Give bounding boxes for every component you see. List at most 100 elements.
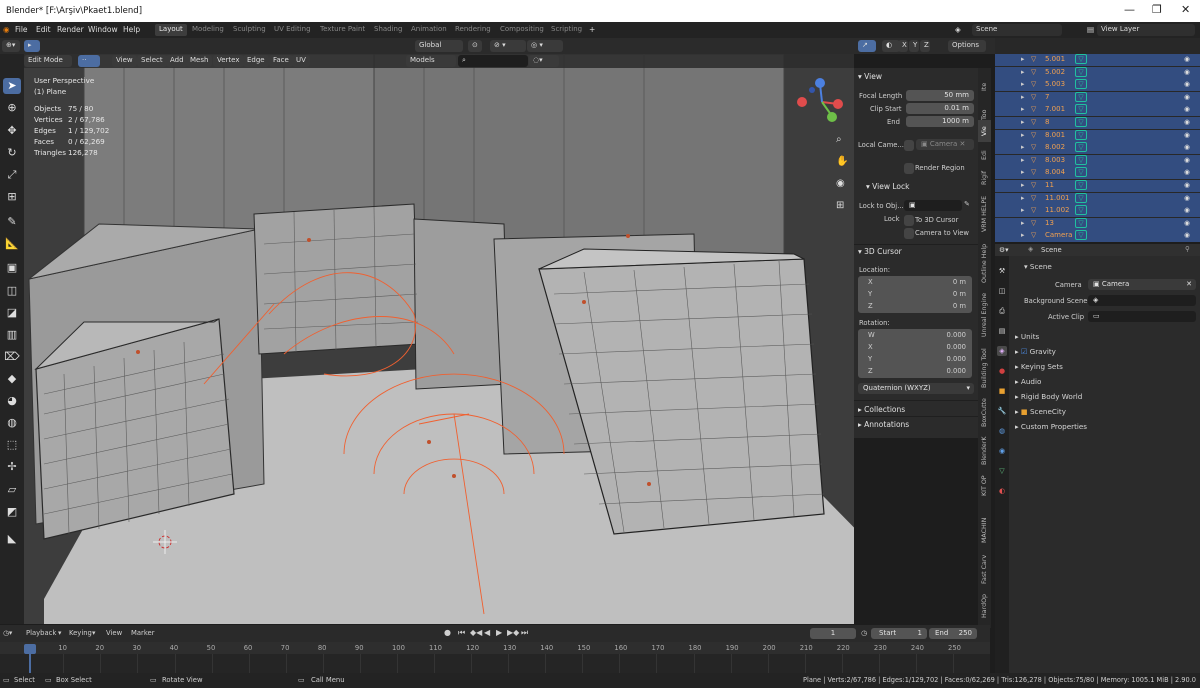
visibility-eye-icon[interactable]: ◉ (1184, 168, 1190, 176)
menu-mesh[interactable]: Mesh (186, 55, 213, 67)
tab-shading[interactable]: Shading (370, 24, 406, 36)
loc-z-value[interactable]: 0 m (953, 302, 966, 310)
knife-tool-icon[interactable]: ⌦ (3, 349, 21, 365)
audio-section[interactable]: ▸ Audio (1015, 377, 1041, 386)
current-frame-field[interactable]: 1 (810, 628, 856, 639)
view-layer-field[interactable]: View Layer (1097, 24, 1195, 36)
mesh-data-icon[interactable]: ▽ (1075, 104, 1087, 115)
measure-tool-icon[interactable]: 📐 (3, 236, 21, 252)
tab-vrm-helper[interactable]: VRM HELPE (978, 192, 991, 236)
camera-to-view-checkbox[interactable] (904, 228, 914, 239)
editor-type-icon[interactable]: ⊕▾ (2, 40, 20, 52)
menu-edit[interactable]: Edit (36, 25, 51, 34)
annotate-tool-icon[interactable]: ✎ (3, 214, 21, 230)
tab-boxcutter[interactable]: BoxCutte (978, 396, 991, 430)
rotation-mode-dropdown[interactable]: Quaternion (WXYZ) ▾ (858, 383, 974, 394)
outliner-item[interactable]: ▸ ▽ 5.002 ▽ ◉ (995, 66, 1200, 79)
rot-x-value[interactable]: 0.000 (947, 343, 966, 351)
mesh-data-icon[interactable]: ▽ (1075, 91, 1087, 102)
visibility-eye-icon[interactable]: ◉ (1184, 206, 1190, 214)
mesh-data-icon[interactable]: ▽ (1075, 54, 1087, 64)
bevel-tool-icon[interactable]: ◪ (3, 305, 21, 321)
visibility-eye-icon[interactable]: ◉ (1184, 156, 1190, 164)
outliner-item[interactable]: ▸ ▽ 11.001 ▽ ◉ (995, 192, 1200, 205)
modifier-tab-icon[interactable]: 🔧 (997, 406, 1007, 416)
mesh-data-icon[interactable]: ▽ (1075, 180, 1087, 190)
gizmo-icon[interactable]: ↗ (858, 40, 876, 52)
tab-rendering[interactable]: Rendering (451, 24, 495, 36)
axis-x[interactable]: X (898, 40, 908, 52)
visibility-eye-icon[interactable]: ◉ (1184, 219, 1190, 227)
data-tab-icon[interactable]: ▽ (997, 466, 1007, 476)
mesh-data-icon[interactable]: ▽ (1075, 154, 1087, 165)
navigation-gizmo[interactable]: ⌕ ✋ ◉ ⊞ (792, 74, 852, 244)
outliner-item[interactable]: ▸ ▽ 5.003 ▽ ◉ (995, 79, 1200, 92)
clip-start-field[interactable]: 0.01 m (906, 103, 974, 114)
tab-unreal-engine[interactable]: Unreal Engine (978, 290, 991, 340)
local-camera-checkbox[interactable] (904, 140, 914, 151)
options-dropdown[interactable]: Options (948, 40, 986, 52)
timeline-editor-icon[interactable]: ◷▾ (3, 629, 12, 637)
models-search-input[interactable]: ⌕ (458, 55, 528, 67)
blender-logo-icon[interactable]: ◉ (3, 25, 10, 34)
models-extra-icon[interactable]: ◌▾ (529, 55, 559, 67)
tab-machin3[interactable]: MACHIN (978, 514, 991, 546)
play-icon[interactable]: ▶ (496, 628, 502, 637)
view-layer-icon[interactable]: ▤ (1087, 25, 1094, 34)
menu-vertex[interactable]: Vertex (213, 55, 244, 67)
tool-tab-icon[interactable]: ⚒ (997, 266, 1007, 276)
timeline-menu-marker[interactable]: Marker (131, 629, 155, 637)
rot-y-value[interactable]: 0.000 (947, 355, 966, 363)
mesh-data-icon[interactable]: ▽ (1075, 167, 1087, 178)
units-section[interactable]: ▸ Units (1015, 332, 1039, 341)
background-scene-field[interactable]: ◈ (1088, 295, 1196, 306)
mesh-data-icon[interactable]: ▽ (1075, 192, 1087, 203)
outliner-item[interactable]: ▸ ▽ Camera ▽ ◉ (995, 230, 1200, 243)
proportional-edit-icon[interactable]: ◎ ▾ (527, 40, 563, 52)
expand-arrow-icon[interactable]: ▸ (1021, 68, 1024, 76)
models-dropdown[interactable]: Models (406, 55, 456, 67)
outliner-item[interactable]: ▸ ▽ 11 ▽ ◉ (995, 180, 1200, 192)
select-mode-icon[interactable]: ▸ (24, 40, 40, 52)
loop-cut-tool-icon[interactable]: ▥ (3, 327, 21, 343)
tab-blenderkit[interactable]: BlenderK (978, 434, 991, 468)
close-icon[interactable]: ✕ (1181, 3, 1190, 16)
mesh-data-icon[interactable]: ▽ (1075, 117, 1087, 127)
tab-item[interactable]: Ite (978, 74, 991, 100)
pivot-icon[interactable]: ⊙ (468, 40, 482, 52)
visibility-eye-icon[interactable]: ◉ (1184, 80, 1190, 88)
scale-tool-icon[interactable]: ⤢ (3, 167, 21, 183)
view-panel-header[interactable]: ▾ View (858, 72, 882, 81)
collections-header[interactable]: ▸ Collections (858, 405, 905, 414)
visibility-eye-icon[interactable]: ◉ (1184, 131, 1190, 139)
custom-properties-section[interactable]: ▸ Custom Properties (1015, 422, 1087, 431)
menu-face[interactable]: Face (269, 55, 293, 67)
to-3d-cursor-checkbox[interactable] (904, 215, 914, 226)
tab-fast-carve[interactable]: Fast Carv (978, 552, 991, 586)
loc-y-value[interactable]: 0 m (953, 290, 966, 298)
annotations-header[interactable]: ▸ Annotations (858, 420, 909, 429)
menu-view[interactable]: View (112, 55, 137, 67)
axis-z[interactable]: Z (920, 40, 930, 52)
record-icon[interactable]: ● (444, 628, 451, 637)
mesh-data-icon[interactable]: ▽ (1075, 79, 1087, 90)
move-tool-icon[interactable]: ✥ (3, 123, 21, 139)
select-tool-icon[interactable]: ➤ (3, 78, 21, 94)
gravity-section[interactable]: ▸ ☑ Gravity (1015, 347, 1056, 356)
play-reverse-icon[interactable]: ◀ (484, 628, 490, 637)
outliner-item[interactable]: ▸ ▽ 8 ▽ ◉ (995, 117, 1200, 129)
rigid-body-world-section[interactable]: ▸ Rigid Body World (1015, 392, 1082, 401)
tab-scripting[interactable]: Scripting (547, 24, 586, 36)
expand-arrow-icon[interactable]: ▸ (1021, 143, 1024, 151)
outliner-item[interactable]: ▸ ▽ 8.003 ▽ ◉ (995, 154, 1200, 167)
properties-editor-icon[interactable]: ⚙▾ (999, 246, 1009, 254)
tab-rigify[interactable]: Rigif (978, 166, 991, 190)
timeline-menu-keying[interactable]: Keying (69, 629, 92, 637)
tab-view[interactable]: Vie (978, 120, 991, 142)
cursor-tool-icon[interactable]: ⊕ (3, 100, 21, 116)
visibility-eye-icon[interactable]: ◉ (1184, 231, 1190, 239)
rot-w-value[interactable]: 0.000 (947, 331, 966, 339)
camera-field[interactable]: ▣ Camera ✕ (1088, 279, 1196, 290)
visibility-eye-icon[interactable]: ◉ (1184, 68, 1190, 76)
eyedropper-icon[interactable]: ✎ (964, 200, 970, 208)
